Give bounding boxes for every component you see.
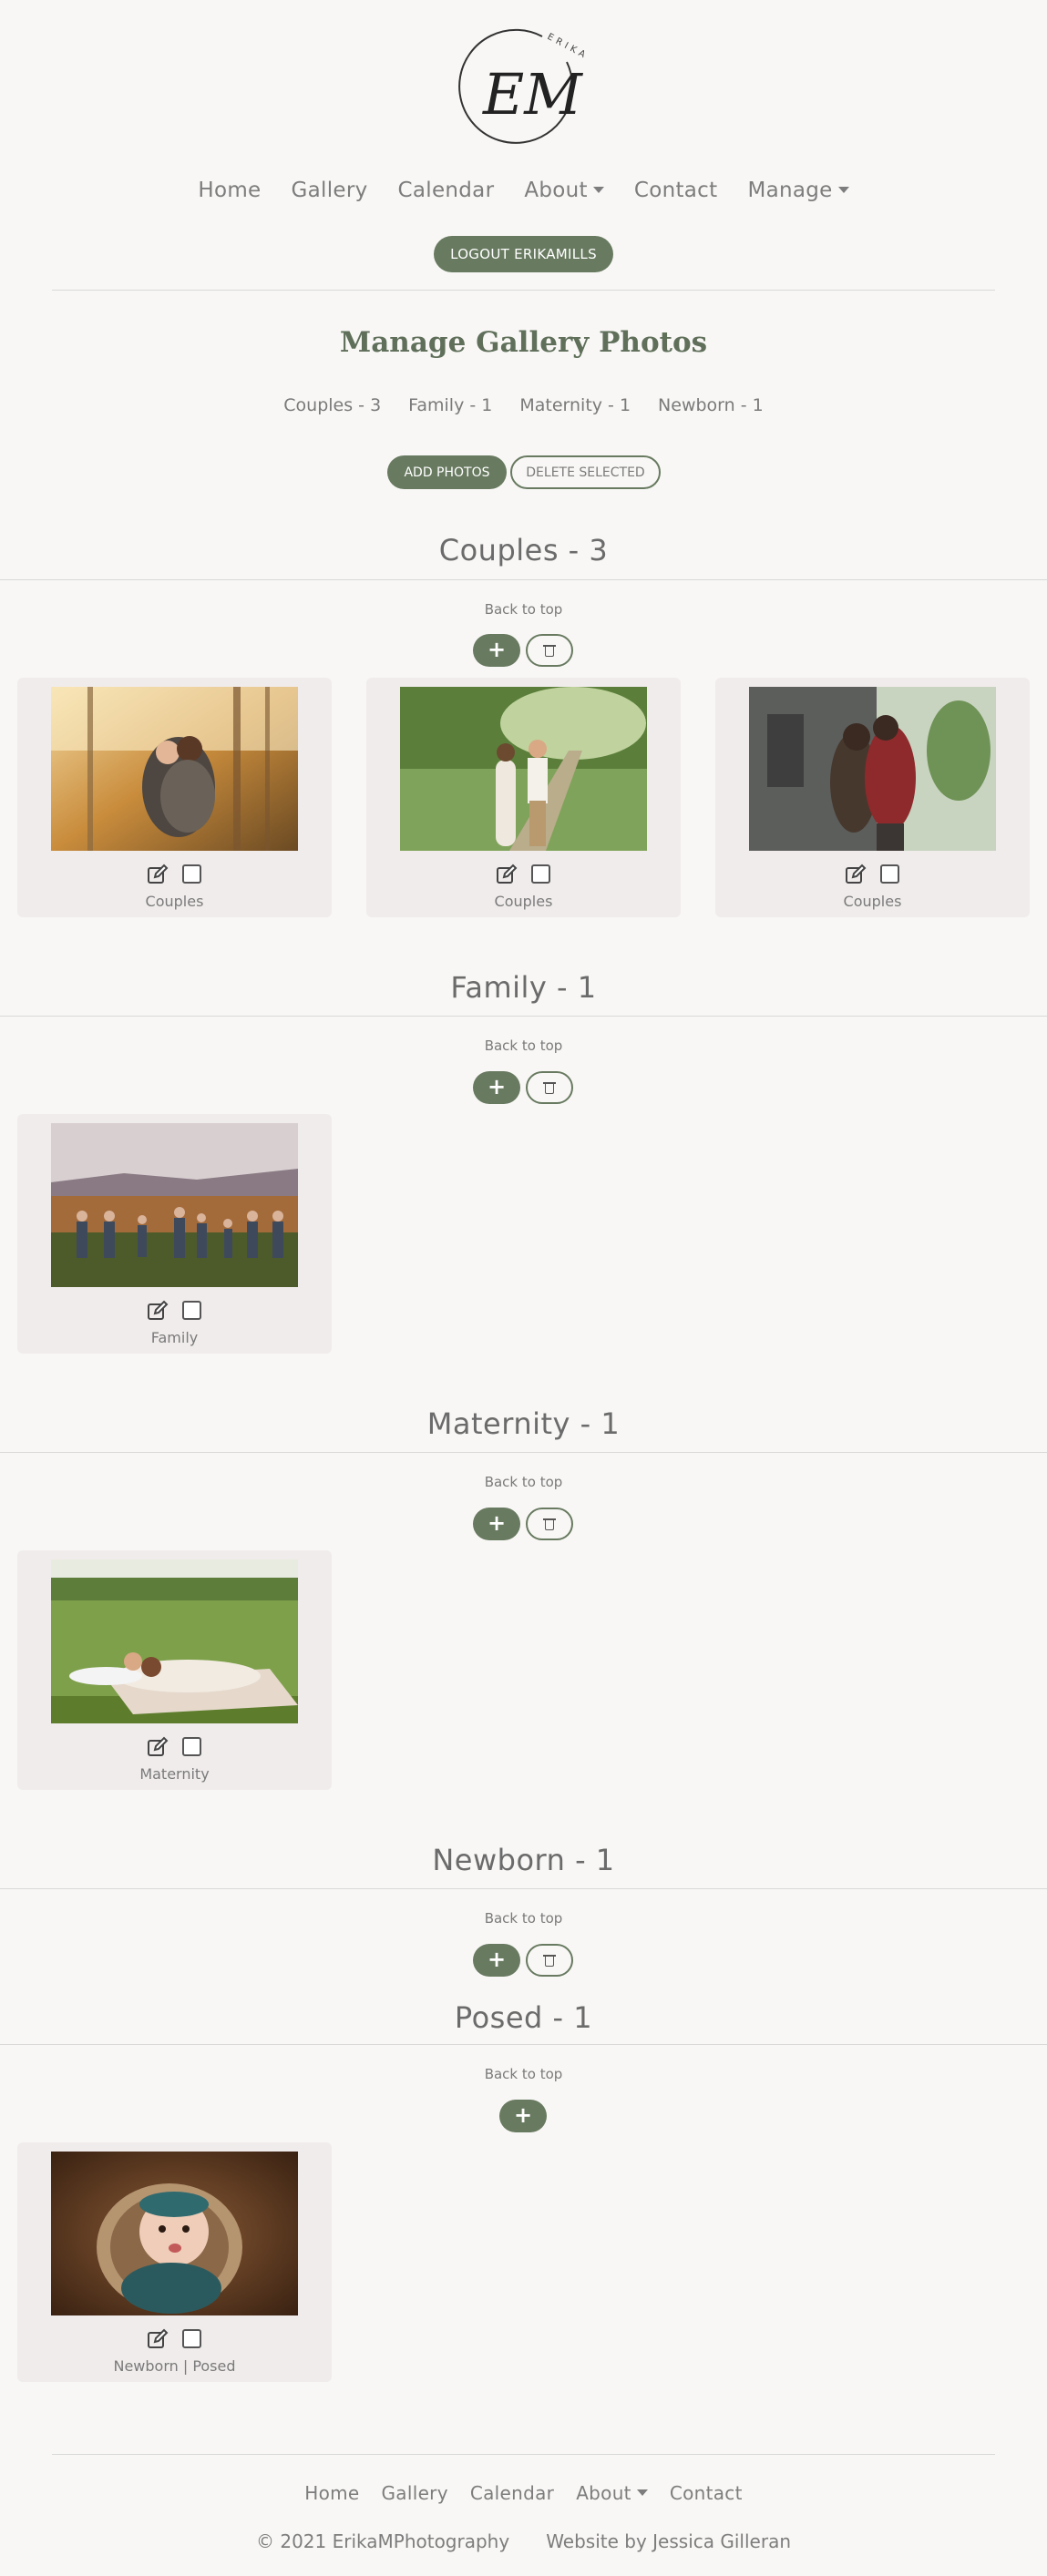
back-to-top-link[interactable]: Back to top xyxy=(0,1038,1047,1054)
trash-icon xyxy=(543,1518,556,1530)
photo-card: Couples xyxy=(366,678,681,917)
select-checkbox[interactable] xyxy=(182,1301,201,1320)
photo-category-label: Couples xyxy=(843,893,902,910)
section-title-family: Family - 1 xyxy=(450,970,597,1005)
select-checkbox[interactable] xyxy=(531,864,550,884)
section-title-couples: Couples - 3 xyxy=(438,533,609,567)
photo-category-label: Maternity xyxy=(139,1765,210,1783)
add-photo-button[interactable]: + xyxy=(473,1508,520,1540)
photo-card: Couples xyxy=(17,678,332,917)
photo-category-label: Newborn | Posed xyxy=(113,2357,236,2375)
footer-nav: Home Gallery Calendar About Contact xyxy=(0,2482,1047,2504)
photo-category-label: Couples xyxy=(145,893,204,910)
category-link-newborn[interactable]: Newborn - 1 xyxy=(658,395,764,415)
plus-icon: + xyxy=(487,1074,507,1099)
edit-icon[interactable] xyxy=(147,864,169,885)
photo-card: Maternity xyxy=(17,1550,332,1790)
divider xyxy=(52,290,995,291)
section-title-posed: Posed - 1 xyxy=(454,2000,593,2035)
nav-gallery[interactable]: Gallery xyxy=(292,179,368,202)
back-to-top-link[interactable]: Back to top xyxy=(0,601,1047,618)
trash-icon xyxy=(543,1954,556,1967)
section-title-newborn: Newborn - 1 xyxy=(432,1843,615,1877)
plus-icon: + xyxy=(487,1947,507,1972)
delete-category-button[interactable] xyxy=(526,1071,573,1104)
photo-thumbnail[interactable] xyxy=(400,687,647,851)
back-to-top-link[interactable]: Back to top xyxy=(0,1910,1047,1927)
photo-category-label: Family xyxy=(150,1329,199,1346)
back-to-top-link[interactable]: Back to top xyxy=(0,1474,1047,1490)
footer-nav-contact[interactable]: Contact xyxy=(670,2482,743,2504)
category-link-couples[interactable]: Couples - 3 xyxy=(283,395,381,415)
nav-calendar[interactable]: Calendar xyxy=(398,179,495,202)
nav-manage-label: Manage xyxy=(747,179,833,202)
delete-category-button[interactable] xyxy=(526,1944,573,1977)
select-checkbox[interactable] xyxy=(880,864,899,884)
footer-nav-calendar[interactable]: Calendar xyxy=(470,2482,554,2504)
edit-icon[interactable] xyxy=(147,1300,169,1322)
logout-button[interactable]: LOGOUT ERIKAMILLS xyxy=(434,236,613,272)
section-divider xyxy=(0,1452,1047,1453)
select-checkbox[interactable] xyxy=(182,1737,201,1756)
back-to-top-link[interactable]: Back to top xyxy=(0,2066,1047,2082)
main-nav: Home Gallery Calendar About Contact Mana… xyxy=(0,179,1047,202)
edit-icon[interactable] xyxy=(147,1736,169,1758)
photo-thumbnail[interactable] xyxy=(51,2152,298,2315)
delete-category-button[interactable] xyxy=(526,634,573,667)
footer-nav-gallery[interactable]: Gallery xyxy=(382,2482,448,2504)
photo-card: Newborn | Posed xyxy=(17,2142,332,2382)
photo-card: Couples xyxy=(715,678,1030,917)
copyright-text: © 2021 ErikaMPhotography xyxy=(255,2530,510,2552)
photo-thumbnail[interactable] xyxy=(51,1559,298,1723)
nav-about-label: About xyxy=(524,179,588,202)
section-divider xyxy=(0,579,1047,580)
footer-nav-about-label: About xyxy=(576,2482,631,2504)
footer-nav-about-dropdown[interactable]: About xyxy=(576,2482,648,2504)
add-photo-button[interactable]: + xyxy=(473,1944,520,1977)
nav-contact[interactable]: Contact xyxy=(634,179,718,202)
section-title-maternity: Maternity - 1 xyxy=(426,1406,621,1441)
delete-selected-button[interactable]: DELETE SELECTED xyxy=(510,455,661,489)
plus-icon: + xyxy=(487,1510,507,1536)
plus-icon: + xyxy=(487,637,507,662)
delete-category-button[interactable] xyxy=(526,1508,573,1540)
select-checkbox[interactable] xyxy=(182,2329,201,2348)
nav-manage-dropdown[interactable]: Manage xyxy=(747,179,848,202)
add-photo-button[interactable]: + xyxy=(499,2100,547,2132)
footer-credits: © 2021 ErikaMPhotography Website by Jess… xyxy=(0,2530,1047,2552)
trash-icon xyxy=(543,1081,556,1094)
website-credit-link[interactable]: Website by Jessica Gilleran xyxy=(546,2530,791,2552)
plus-icon: + xyxy=(513,2102,533,2128)
photo-category-label: Couples xyxy=(494,893,553,910)
add-photos-button[interactable]: ADD PHOTOS xyxy=(387,455,507,489)
category-links: Couples - 3 Family - 1 Maternity - 1 New… xyxy=(0,395,1047,415)
footer-nav-home[interactable]: Home xyxy=(304,2482,359,2504)
nav-home[interactable]: Home xyxy=(198,179,261,202)
section-divider xyxy=(0,1016,1047,1017)
photo-card: Family xyxy=(17,1114,332,1354)
nav-about-dropdown[interactable]: About xyxy=(524,179,604,202)
logo[interactable]: ERIKA MILLS EM xyxy=(456,18,635,155)
add-photo-button[interactable]: + xyxy=(473,1071,520,1104)
trash-icon xyxy=(543,644,556,657)
edit-icon[interactable] xyxy=(496,864,518,885)
photo-thumbnail[interactable] xyxy=(749,687,996,851)
edit-icon[interactable] xyxy=(845,864,867,885)
category-link-family[interactable]: Family - 1 xyxy=(408,395,492,415)
select-checkbox[interactable] xyxy=(182,864,201,884)
add-photo-button[interactable]: + xyxy=(473,634,520,667)
page-title: Manage Gallery Photos xyxy=(339,326,708,359)
category-link-maternity[interactable]: Maternity - 1 xyxy=(519,395,631,415)
edit-icon[interactable] xyxy=(147,2328,169,2350)
photo-thumbnail[interactable] xyxy=(51,1123,298,1287)
photo-thumbnail[interactable] xyxy=(51,687,298,851)
section-divider xyxy=(0,2044,1047,2045)
logo-monogram: EM xyxy=(482,61,583,128)
section-divider xyxy=(0,1888,1047,1889)
footer-divider xyxy=(52,2454,995,2455)
